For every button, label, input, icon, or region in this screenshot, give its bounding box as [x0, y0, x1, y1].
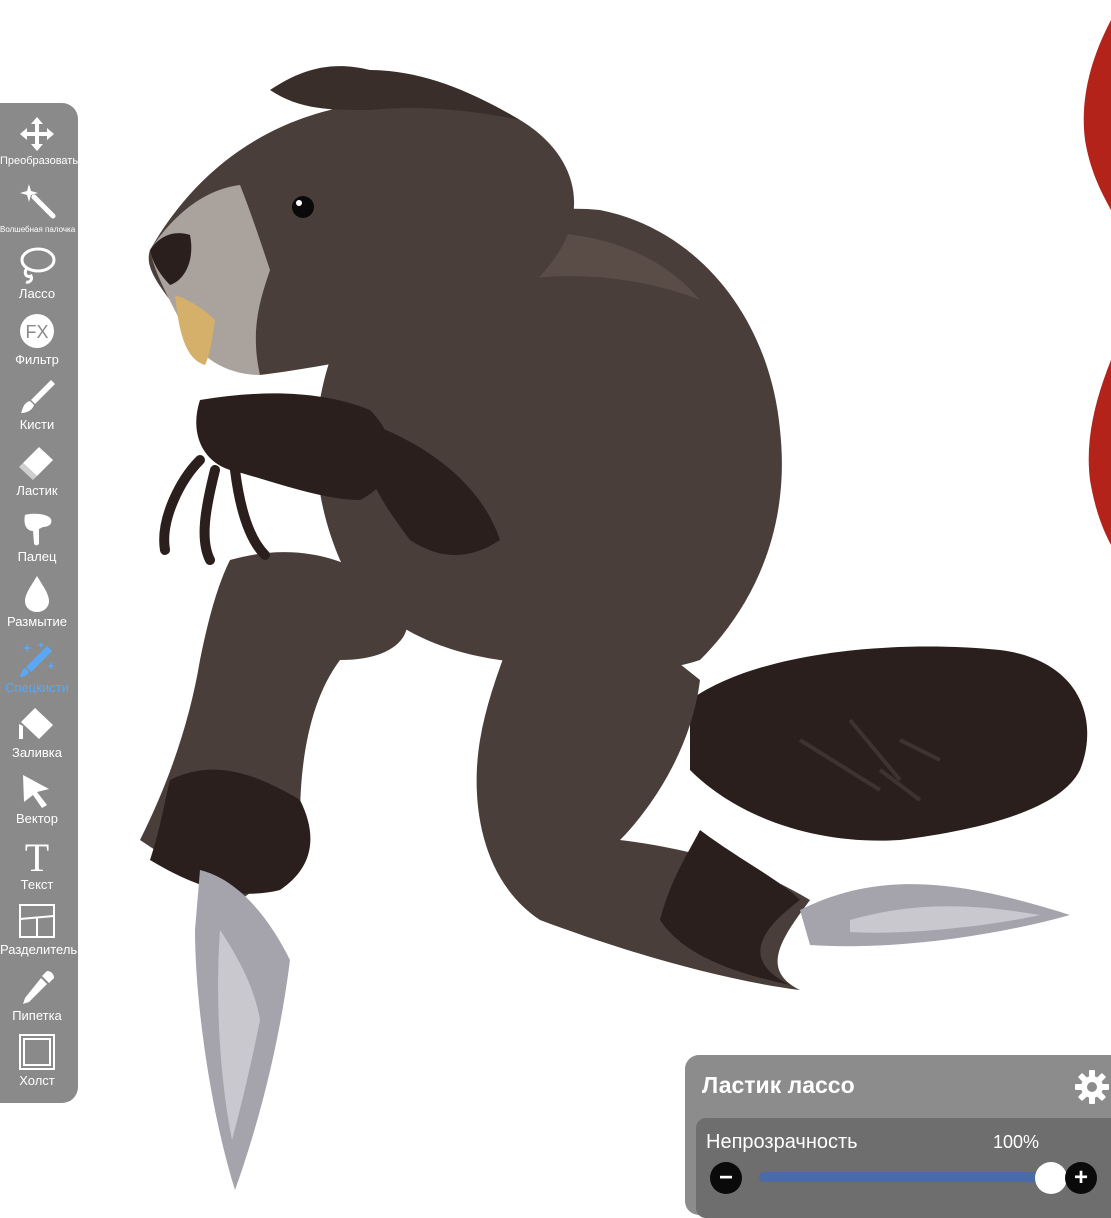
tool-label: Пипетка: [12, 1007, 62, 1023]
tool-text[interactable]: T Текст: [0, 835, 74, 899]
tool-label: Холст: [19, 1073, 55, 1089]
beaver-illustration: [140, 20, 1111, 1190]
red-brush-stroke: [1083, 20, 1111, 210]
opacity-label: Непрозрачность: [706, 1131, 858, 1153]
fx-icon: FX: [20, 313, 54, 348]
fill-bucket-icon: [19, 708, 53, 740]
tool-special-brush[interactable]: Спецкисти: [0, 638, 74, 702]
tool-eraser[interactable]: Ластик: [0, 441, 74, 505]
panel-title: Ластик лассо: [702, 1072, 855, 1098]
tool-sidebar: Преобразовать Волшебная палочка Лассо FX Фил…: [0, 103, 78, 1103]
tool-label: Заливка: [11, 745, 63, 761]
gear-icon[interactable]: [1074, 1069, 1110, 1105]
tool-lasso[interactable]: Лассо: [0, 244, 74, 308]
tool-label: Лассо: [18, 286, 56, 302]
eyedropper-icon: [23, 970, 54, 1004]
tool-label: Вектор: [15, 811, 58, 826]
lasso-icon: [20, 247, 56, 284]
opacity-value: 100%: [993, 1132, 1040, 1152]
cursor-arrow-icon: [23, 775, 49, 808]
drop-icon: [25, 576, 49, 613]
svg-text:T: T: [25, 837, 49, 875]
tool-label: Разделитель: [0, 942, 78, 958]
lasso-eraser-panel: Ластик лассо Непрозрачность 100% − +: [685, 1055, 1111, 1218]
tool-label: Волшебная палочка: [0, 224, 76, 234]
tool-label: Преобразовать: [0, 155, 79, 167]
eraser-icon: [19, 447, 53, 480]
canvas-frame-icon: [19, 1034, 55, 1071]
tool-transform[interactable]: Преобразовать: [0, 113, 79, 177]
tool-eyedropper[interactable]: Пипетка: [0, 966, 74, 1030]
tool-label: Размытие: [6, 614, 67, 630]
move-arrows-icon: [20, 117, 54, 151]
tool-label: Кисти: [19, 417, 55, 433]
beaver-tail: [690, 646, 1088, 841]
tool-magic-wand[interactable]: Волшебная палочка: [0, 179, 76, 243]
beaver-arm: [196, 393, 392, 500]
tool-label: Спецкисти: [5, 679, 69, 695]
tool-vector[interactable]: Вектор: [0, 769, 74, 833]
brush-icon: [21, 380, 55, 414]
tool-label: Текст: [20, 876, 54, 892]
panel-divider-icon: [19, 904, 55, 939]
tool-filter[interactable]: FX Фильтр: [0, 310, 74, 374]
sparkle-brush-icon: [20, 641, 55, 677]
opacity-increase-button[interactable]: +: [1065, 1162, 1097, 1194]
tool-divider[interactable]: Разделитель: [0, 900, 78, 964]
tool-label: Фильтр: [15, 351, 59, 367]
tool-smudge[interactable]: Палец: [0, 507, 74, 571]
beaver-eye: [292, 196, 314, 218]
opacity-slider[interactable]: [759, 1172, 1049, 1182]
text-t-icon: T: [25, 837, 49, 875]
drawing-canvas[interactable]: [0, 0, 1111, 1200]
tool-canvas[interactable]: Холст: [0, 1031, 74, 1095]
tool-brush[interactable]: Кисти: [0, 375, 74, 439]
opacity-control: Непрозрачность 100% − +: [696, 1118, 1111, 1218]
tool-fill[interactable]: Заливка: [0, 703, 74, 767]
opacity-decrease-button[interactable]: −: [710, 1162, 742, 1194]
tool-blur[interactable]: Размытие: [0, 572, 74, 636]
opacity-slider-thumb[interactable]: [1035, 1162, 1067, 1194]
finger-icon: [24, 513, 52, 545]
tool-label: Палец: [17, 548, 57, 564]
svg-text:FX: FX: [25, 322, 48, 342]
magic-wand-icon: [20, 183, 56, 219]
tool-label: Ластик: [16, 483, 58, 498]
